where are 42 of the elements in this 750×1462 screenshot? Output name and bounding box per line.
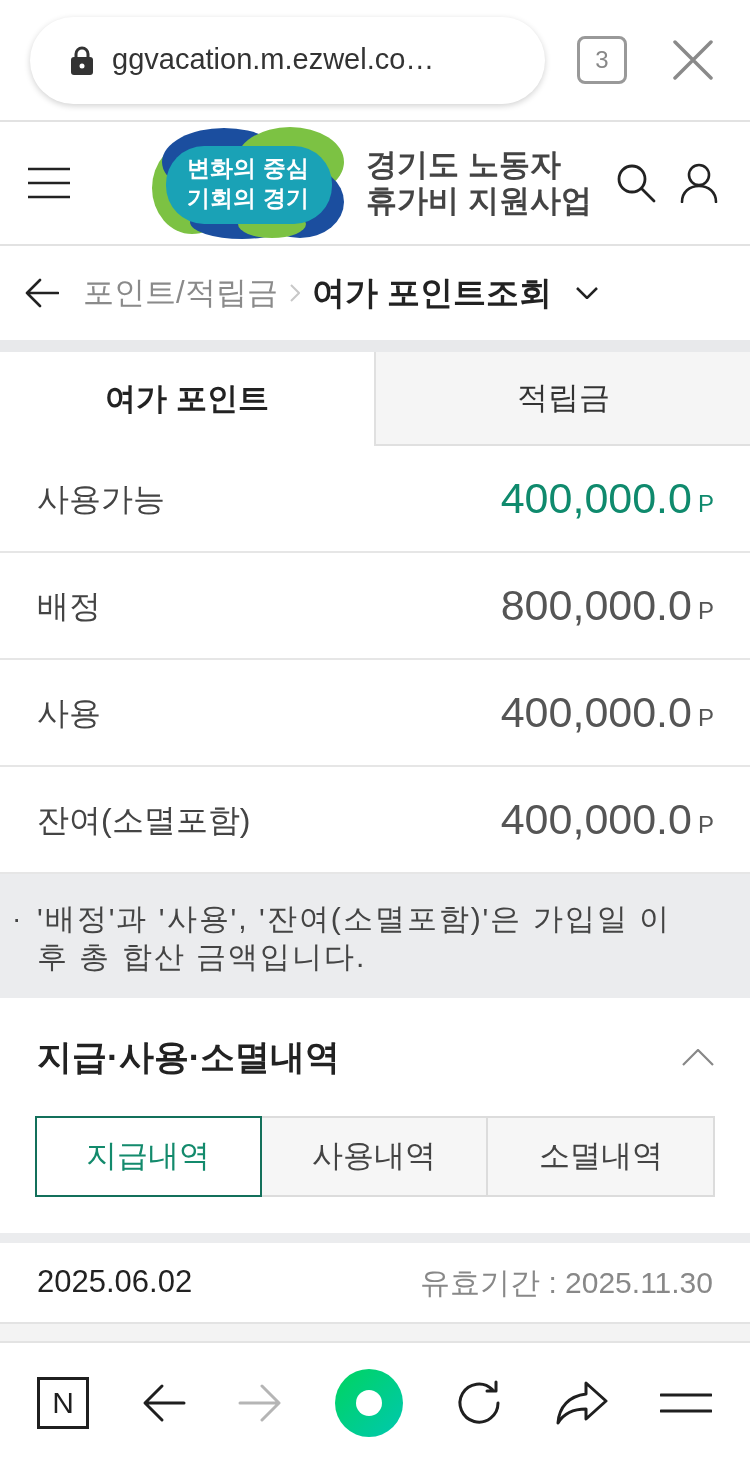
letter-tile-button[interactable]: N [37,1376,89,1429]
blob-logo-icon [150,126,346,240]
point-value: 400,000.0 [500,687,692,739]
row-label: 잔여(소멸포함) [37,800,251,840]
section-title: 지급·사용·소멸내역 [37,1035,341,1078]
user-icon[interactable] [680,163,718,203]
history-tab[interactable]: 소멸내역 [488,1116,715,1197]
page-title: 여가 포인트조회 [311,273,552,314]
share-arrow-icon[interactable] [555,1380,608,1425]
logo-text: 기회의 경기 [187,184,309,213]
row-label: 사용 [37,693,101,733]
history-tab[interactable]: 지급내역 [35,1116,262,1197]
site-title: 휴가비 지원사업 [366,183,592,219]
logo-text: 변화의 중심 [187,154,309,183]
point-unit: P [698,595,714,626]
point-unit: P [698,702,714,733]
point-value: 400,000.0 [500,473,692,525]
chevron-down-icon[interactable] [575,287,598,299]
back-arrow-icon[interactable] [25,278,59,308]
point-value: 400,000.0 [500,794,692,846]
row-label: 사용가능 [37,479,165,519]
history-tab[interactable]: 사용내역 [261,1116,489,1197]
point-unit: P [698,809,714,840]
lock-icon [70,45,94,75]
point-value: 800,000.0 [500,580,692,632]
menu-icon[interactable] [660,1392,712,1413]
row-label: 배정 [37,586,101,626]
expiry-text: 유효기간 : 2025.11.30 [420,1265,713,1301]
close-icon[interactable] [673,40,713,80]
menu-icon[interactable] [28,167,70,199]
site-title: 경기도 노동자 [366,147,562,183]
url-text: ggvacation.m.ezwel.co… [112,42,435,78]
search-icon[interactable] [616,163,656,203]
tab[interactable]: 적립금 [374,352,750,446]
bullet-mark: · [12,902,23,936]
chevron-right-icon [289,284,300,302]
tab-count-button[interactable]: 3 [577,36,627,84]
notice-text: '배정'과 '사용', '잔여(소멸포함)'은 가입일 이후 총 합산 금액입니다. [37,901,673,975]
entry-date: 2025.06.02 [37,1263,193,1302]
address-bar[interactable]: ggvacation.m.ezwel.co… [30,16,545,104]
chevron-up-icon[interactable] [682,1048,714,1066]
point-unit: P [698,488,714,519]
